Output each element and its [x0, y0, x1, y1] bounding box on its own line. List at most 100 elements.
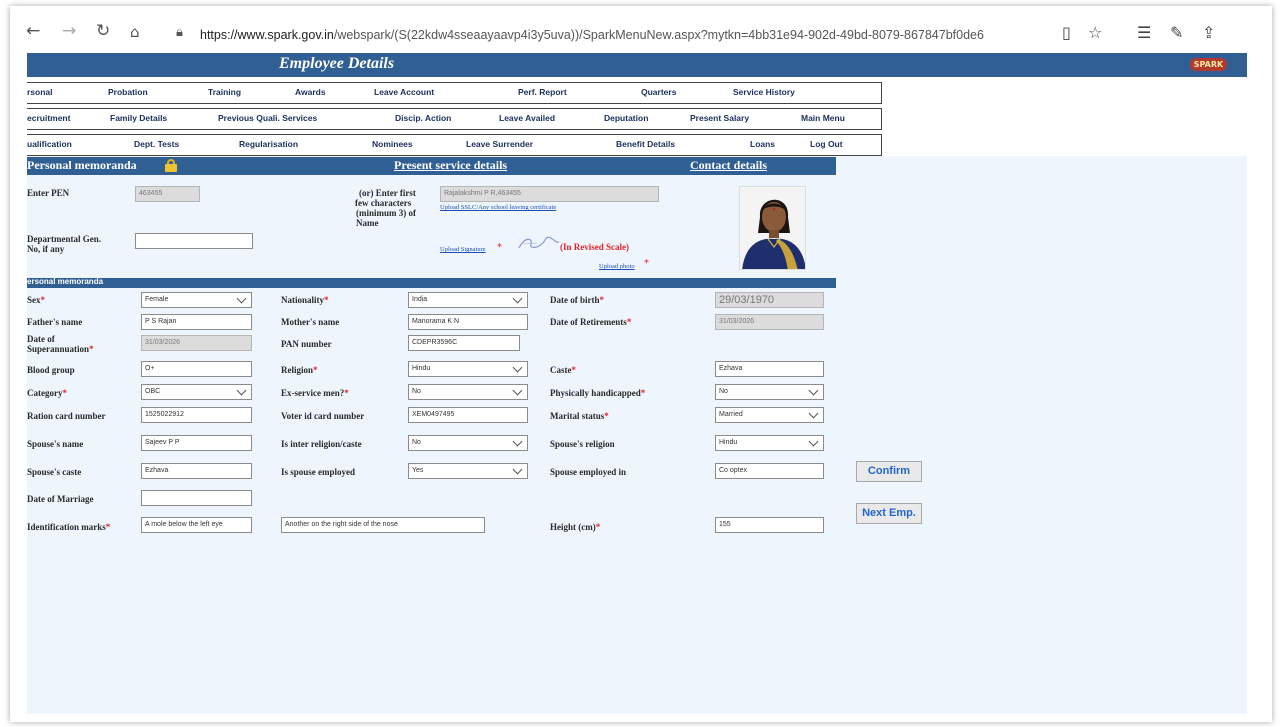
menu-perf-report[interactable]: Perf. Report: [518, 87, 567, 97]
tab-present-service-details[interactable]: Present service details: [394, 158, 507, 173]
menu-benefit-details[interactable]: Benefit Details: [616, 139, 675, 149]
superannuation-label-2: Superannuation*: [27, 344, 94, 354]
pan-input[interactable]: CDEPR3596C: [408, 335, 520, 351]
retirement-date-input[interactable]: 31/03/2026: [715, 314, 824, 330]
blood-group-input[interactable]: O+: [141, 361, 252, 377]
spouse-employed-label: Is spouse employed: [281, 467, 356, 477]
ration-card-input[interactable]: 1525022912: [141, 407, 252, 423]
menu-row-1: rsonal Probation Training Awards Leave A…: [27, 82, 882, 104]
menu-qualification[interactable]: ualification: [27, 139, 72, 149]
voter-id-input[interactable]: XEM0497495: [408, 407, 528, 423]
upload-photo-link[interactable]: Upload photo: [599, 263, 635, 270]
marriage-date-input[interactable]: [141, 490, 252, 506]
spouse-caste-input[interactable]: Ezhava: [141, 463, 252, 479]
name-search-label-4: Name: [356, 218, 379, 228]
pen-input[interactable]: 463455: [135, 186, 200, 202]
section-header: Personal memoranda Present service detai…: [27, 157, 836, 175]
handicapped-select[interactable]: No: [715, 384, 824, 400]
menu-awards[interactable]: Awards: [295, 87, 326, 97]
menu-leave-availed[interactable]: Leave Availed: [499, 113, 555, 123]
upload-sslc-link[interactable]: Upload SSLC/Any school leaving certifica…: [440, 204, 556, 211]
menu-personal[interactable]: rsonal: [27, 87, 53, 97]
identification-mark-1-input[interactable]: A mole below the left eye: [141, 517, 252, 533]
menu-recruitment[interactable]: ecruitment: [27, 113, 70, 123]
inter-religion-select[interactable]: No: [408, 435, 528, 451]
height-input[interactable]: 155: [715, 517, 824, 533]
confirm-button[interactable]: Confirm: [856, 461, 922, 482]
browser-window: ← → ↻ ⌂ 🔒︎ https://www.spark.gov.in/webs…: [10, 6, 1272, 722]
dob-input[interactable]: 29/03/1970: [715, 292, 824, 308]
name-search-label-1: (or) Enter first: [359, 188, 416, 198]
forward-icon[interactable]: →: [62, 21, 76, 41]
refresh-icon[interactable]: ↻: [96, 21, 110, 41]
sub-section-header: ersonal memoranda: [27, 277, 836, 288]
superannuation-input[interactable]: 31/03/2026: [141, 335, 252, 351]
marital-status-select[interactable]: Married: [715, 407, 824, 423]
menu-loans[interactable]: Loans: [750, 139, 775, 149]
title-bar: Employee Details SPARK: [27, 53, 1247, 77]
ex-service-label: Ex-service men?*: [281, 388, 349, 398]
menu-deputation[interactable]: Deputation: [604, 113, 648, 123]
spouse-religion-label: Spouse's religion: [550, 439, 615, 449]
nationality-select[interactable]: India: [408, 292, 528, 308]
father-name-input[interactable]: P S Rajan: [141, 314, 252, 330]
spouse-name-input[interactable]: Sajeev P P: [141, 435, 252, 451]
sub-section-title: ersonal memoranda: [27, 277, 104, 286]
sex-select[interactable]: Female: [141, 292, 252, 308]
gen-no-input[interactable]: [135, 233, 253, 249]
menu-log-out[interactable]: Log Out: [810, 139, 843, 149]
pen-label: Enter PEN: [27, 188, 70, 198]
caste-label: Caste*: [550, 365, 576, 375]
caste-input[interactable]: Ezhava: [715, 361, 824, 377]
spouse-employed-select[interactable]: Yes: [408, 463, 528, 479]
menu-family-details[interactable]: Family Details: [110, 113, 167, 123]
menu-nominees[interactable]: Nominees: [372, 139, 413, 149]
tab-contact-details[interactable]: Contact details: [690, 158, 767, 173]
menu-discip-action[interactable]: Discip. Action: [395, 113, 451, 123]
reading-view-icon[interactable]: ▯: [1062, 23, 1071, 42]
voter-id-label: Voter id card number: [281, 411, 365, 421]
identification-marks-label: Identification marks*: [27, 522, 111, 532]
lock-icon: 🔒︎: [176, 25, 183, 40]
menu-dept-tests[interactable]: Dept. Tests: [134, 139, 179, 149]
name-search-label-2: few characters: [355, 198, 412, 208]
spouse-employed-in-input[interactable]: Co optex: [715, 463, 824, 479]
menu-leave-surrender[interactable]: Leave Surrender: [466, 139, 533, 149]
upload-signature-link[interactable]: Upload Signature: [440, 246, 486, 253]
menu-service-history[interactable]: Service History: [733, 87, 795, 97]
pan-label: PAN number: [281, 339, 332, 349]
favorites-list-icon[interactable]: ☰: [1137, 23, 1151, 42]
menu-previous-quali-services[interactable]: Previous Quali. Services: [218, 113, 317, 123]
category-select[interactable]: OBC: [141, 384, 252, 400]
menu-quarters[interactable]: Quarters: [641, 87, 676, 97]
menu-probation[interactable]: Probation: [108, 87, 148, 97]
menu-leave-account[interactable]: Leave Account: [374, 87, 434, 97]
url-host: https://www.spark.gov.in: [200, 28, 334, 42]
menu-present-salary[interactable]: Present Salary: [690, 113, 749, 123]
padlock-icon: [165, 159, 177, 172]
marriage-date-label: Date of Marriage: [27, 494, 94, 504]
favorite-star-icon[interactable]: ☆: [1088, 23, 1102, 42]
employee-photo: [739, 186, 806, 270]
address-bar[interactable]: https://www.spark.gov.in/webspark/(S(22k…: [200, 28, 984, 42]
identification-mark-2-input[interactable]: Another on the right side of the nose: [281, 517, 485, 533]
home-icon[interactable]: ⌂: [130, 23, 140, 41]
name-search-input[interactable]: Rajalakshmi P R,463455: [440, 186, 659, 202]
next-employee-button[interactable]: Next Emp.: [856, 503, 922, 524]
spouse-religion-select[interactable]: Hindu: [715, 435, 824, 451]
ex-service-select[interactable]: No: [408, 384, 528, 400]
back-icon[interactable]: ←: [26, 21, 40, 41]
mother-name-input[interactable]: Manorama K N: [408, 314, 528, 330]
menu-training[interactable]: Training: [208, 87, 241, 97]
religion-label: Religion*: [281, 365, 318, 375]
father-name-label: Father's name: [27, 317, 83, 327]
superannuation-label-1: Date of: [27, 334, 55, 344]
tab-personal-memoranda[interactable]: Personal memoranda: [27, 158, 137, 173]
menu-regularisation[interactable]: Regularisation: [239, 139, 298, 149]
inter-religion-label: Is inter religion/caste: [281, 439, 362, 449]
religion-select[interactable]: Hindu: [408, 361, 528, 377]
pen-icon[interactable]: ✎: [1170, 23, 1183, 42]
menu-main-menu[interactable]: Main Menu: [801, 113, 845, 123]
sex-label: Sex*: [27, 295, 45, 305]
share-icon[interactable]: ⇪: [1202, 23, 1215, 42]
